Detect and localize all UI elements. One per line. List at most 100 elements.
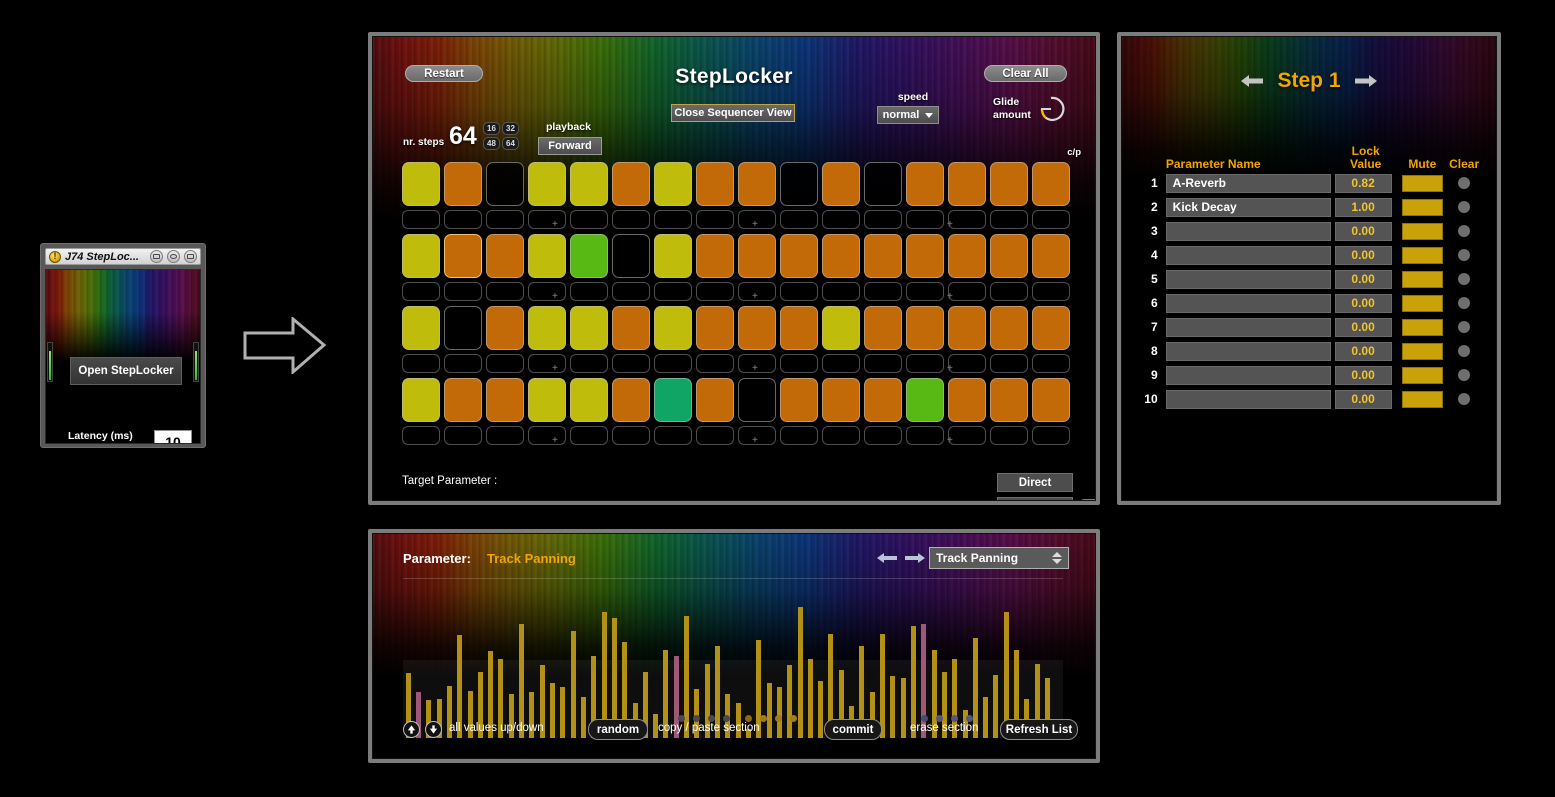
copy-section-dots[interactable] bbox=[678, 715, 730, 722]
mute-toggle[interactable] bbox=[1401, 294, 1443, 312]
disk-icon[interactable] bbox=[184, 250, 197, 263]
paste-section-dot[interactable] bbox=[760, 715, 767, 722]
clear-button[interactable] bbox=[1443, 297, 1486, 309]
step-cell[interactable] bbox=[402, 306, 440, 350]
step-subcell[interactable] bbox=[612, 426, 650, 445]
clear-button[interactable] bbox=[1443, 345, 1486, 357]
step-subcell[interactable] bbox=[780, 354, 818, 373]
lock-value-field[interactable]: 0.00 bbox=[1334, 293, 1392, 313]
step-cell[interactable] bbox=[864, 378, 902, 422]
step-subcell[interactable] bbox=[444, 210, 482, 229]
step-cell[interactable] bbox=[1032, 162, 1070, 206]
erase-section-dot[interactable] bbox=[936, 715, 943, 722]
step-subcell[interactable] bbox=[402, 210, 440, 229]
mute-toggle[interactable] bbox=[1401, 174, 1443, 192]
step-cell[interactable] bbox=[696, 306, 734, 350]
step-subcell[interactable] bbox=[1032, 210, 1070, 229]
step-cell[interactable] bbox=[612, 306, 650, 350]
parameter-name-field[interactable] bbox=[1165, 341, 1331, 361]
step-subcell[interactable] bbox=[654, 282, 692, 301]
commit-button[interactable]: commit bbox=[824, 719, 882, 740]
parameter-select[interactable]: Track Panning bbox=[929, 547, 1069, 569]
paste-section-dot[interactable] bbox=[790, 715, 797, 722]
step-cell[interactable] bbox=[906, 234, 944, 278]
step-subcell[interactable] bbox=[948, 282, 986, 301]
step-subcell[interactable] bbox=[780, 426, 818, 445]
step-subcell[interactable] bbox=[570, 282, 608, 301]
step-subcell[interactable] bbox=[654, 354, 692, 373]
step-subcell[interactable] bbox=[570, 426, 608, 445]
step-cell[interactable] bbox=[696, 378, 734, 422]
mute-toggle[interactable] bbox=[1401, 342, 1443, 360]
step-cell[interactable] bbox=[738, 378, 776, 422]
step-cell[interactable] bbox=[570, 234, 608, 278]
parameter-name-field[interactable] bbox=[1165, 221, 1331, 241]
step-cell[interactable] bbox=[612, 234, 650, 278]
step-cell[interactable] bbox=[738, 234, 776, 278]
save-icon[interactable] bbox=[150, 250, 163, 263]
step-cell[interactable] bbox=[780, 306, 818, 350]
step-cell[interactable] bbox=[780, 234, 818, 278]
step-subcell[interactable] bbox=[948, 354, 986, 373]
step-cell[interactable] bbox=[990, 162, 1028, 206]
speed-select[interactable]: normal bbox=[877, 106, 939, 124]
step-subcell[interactable] bbox=[906, 354, 944, 373]
step-cell[interactable] bbox=[906, 162, 944, 206]
step-subcell[interactable] bbox=[948, 210, 986, 229]
step-cell[interactable] bbox=[402, 234, 440, 278]
lock-value-field[interactable]: 0.00 bbox=[1334, 365, 1392, 385]
playback-direction-select[interactable]: Forward bbox=[538, 137, 602, 155]
erase-section-dot[interactable] bbox=[966, 715, 973, 722]
step-cell[interactable] bbox=[1032, 378, 1070, 422]
arrow-up-circle-icon[interactable] bbox=[403, 721, 420, 738]
clear-button[interactable] bbox=[1443, 225, 1486, 237]
step-cell[interactable] bbox=[738, 306, 776, 350]
steps-32-button[interactable]: 32 bbox=[502, 122, 519, 135]
clear-button[interactable] bbox=[1443, 369, 1486, 381]
refresh-list-button[interactable]: Refresh List bbox=[1000, 719, 1078, 740]
step-subcell[interactable] bbox=[864, 282, 902, 301]
clear-button[interactable] bbox=[1443, 201, 1486, 213]
lock-value-field[interactable]: 0.00 bbox=[1334, 245, 1392, 265]
step-cell[interactable] bbox=[822, 378, 860, 422]
step-subcell[interactable] bbox=[906, 282, 944, 301]
open-steplocker-button[interactable]: Open StepLocker bbox=[70, 357, 182, 385]
steps-64-button[interactable]: 64 bbox=[502, 137, 519, 150]
step-cell[interactable] bbox=[864, 162, 902, 206]
parameter-name-field[interactable] bbox=[1165, 245, 1331, 265]
parameter-name-field[interactable] bbox=[1165, 317, 1331, 337]
paste-section-dots[interactable] bbox=[745, 715, 797, 722]
step-subcell[interactable] bbox=[612, 282, 650, 301]
step-subcell[interactable] bbox=[570, 210, 608, 229]
nr-steps-value[interactable]: 64 bbox=[449, 122, 477, 151]
step-subcell[interactable] bbox=[528, 426, 566, 445]
step-cell[interactable] bbox=[444, 378, 482, 422]
step-subcell[interactable] bbox=[486, 282, 524, 301]
lock-value-field[interactable]: 0.00 bbox=[1334, 317, 1392, 337]
step-cell[interactable] bbox=[654, 306, 692, 350]
step-subcell[interactable] bbox=[654, 210, 692, 229]
copy-section-dot[interactable] bbox=[678, 715, 685, 722]
step-subcell[interactable] bbox=[906, 210, 944, 229]
step-cell[interactable] bbox=[822, 162, 860, 206]
step-subcell[interactable] bbox=[864, 354, 902, 373]
lock-value-field[interactable]: 0.00 bbox=[1334, 221, 1392, 241]
step-subcell[interactable] bbox=[696, 354, 734, 373]
lock-button[interactable]: Lock! bbox=[1076, 499, 1095, 500]
step-subcell[interactable] bbox=[990, 210, 1028, 229]
step-cell[interactable] bbox=[738, 162, 776, 206]
step-cell[interactable] bbox=[990, 378, 1028, 422]
clear-button[interactable] bbox=[1443, 249, 1486, 261]
mute-toggle[interactable] bbox=[1401, 318, 1443, 336]
step-cell[interactable] bbox=[612, 378, 650, 422]
step-cell[interactable] bbox=[444, 306, 482, 350]
mute-toggle[interactable] bbox=[1401, 270, 1443, 288]
step-subcell[interactable] bbox=[780, 210, 818, 229]
random-button[interactable]: random bbox=[588, 719, 648, 740]
parameter-name-field[interactable]: A-Reverb bbox=[1165, 173, 1331, 193]
step-cell[interactable] bbox=[654, 162, 692, 206]
step-cell[interactable] bbox=[822, 234, 860, 278]
arrow-down-circle-icon[interactable] bbox=[425, 721, 442, 738]
step-subcell[interactable] bbox=[528, 210, 566, 229]
arrow-left-icon[interactable] bbox=[877, 551, 897, 565]
